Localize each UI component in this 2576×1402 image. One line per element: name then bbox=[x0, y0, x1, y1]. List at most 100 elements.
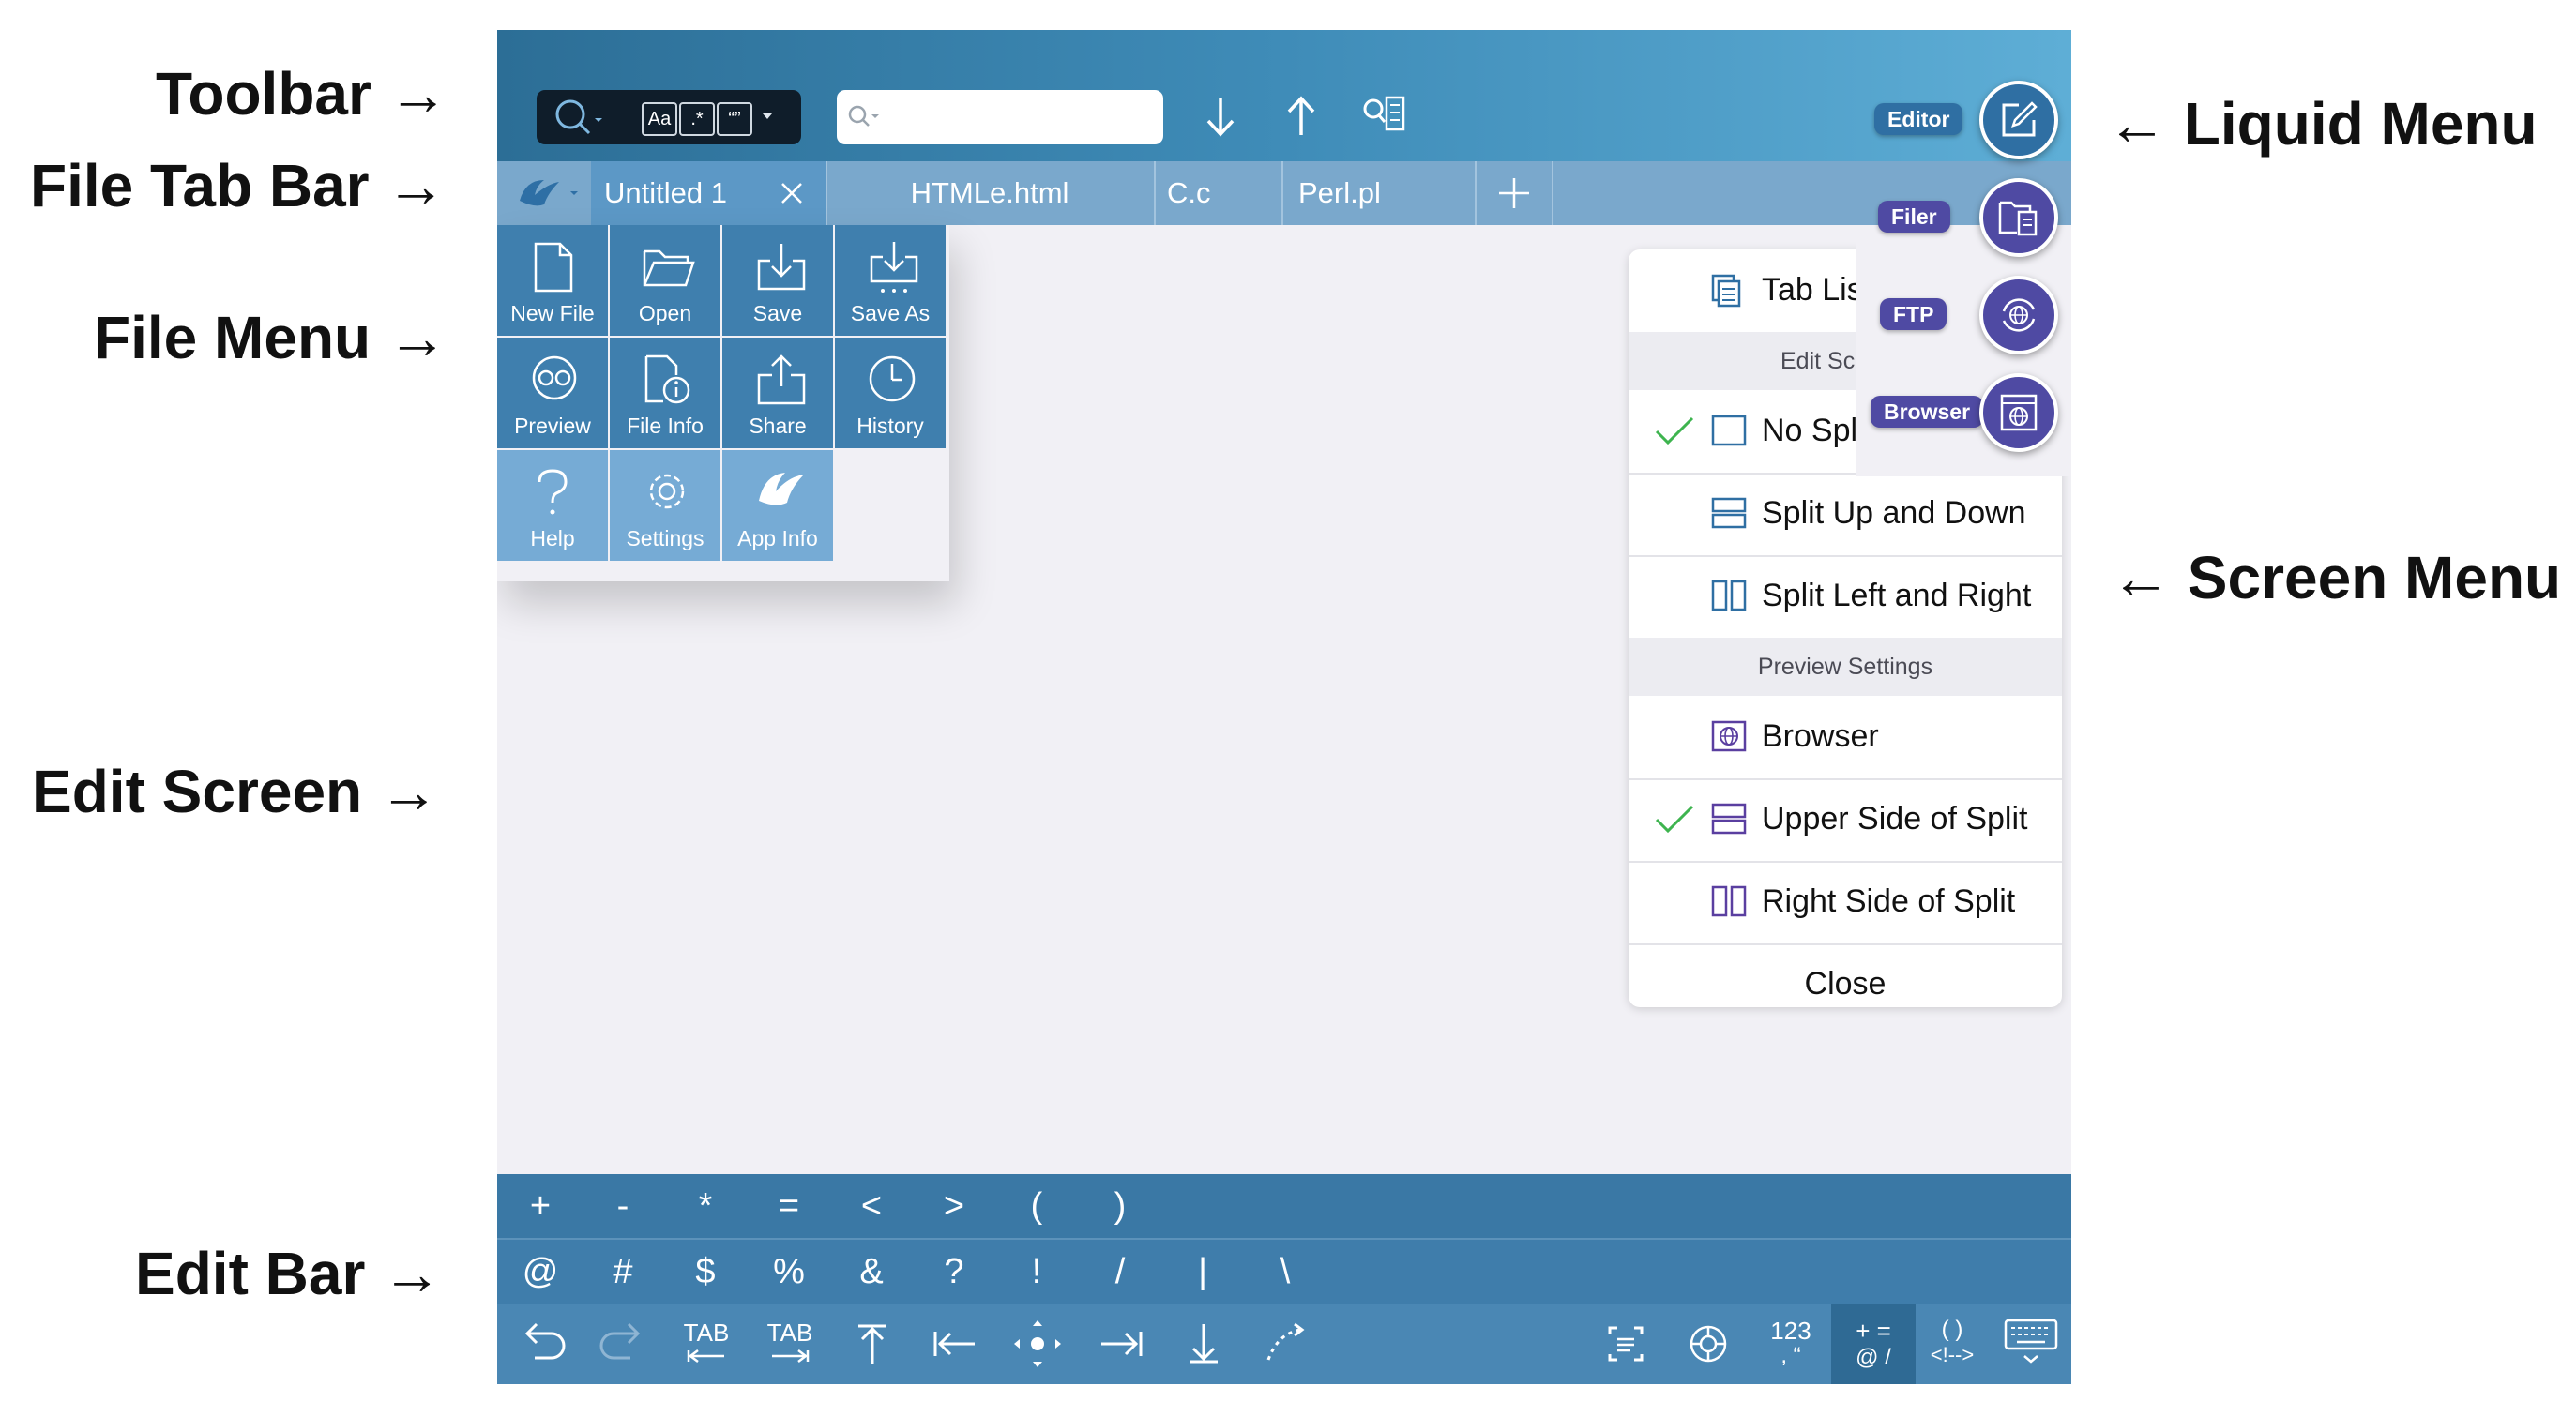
right-side-split-icon bbox=[1711, 885, 1747, 917]
liquid-ftp-button[interactable] bbox=[1979, 276, 2058, 354]
screen-menu-right-side[interactable]: Right Side of Split bbox=[1629, 861, 2062, 945]
no-split-icon bbox=[1711, 415, 1747, 446]
key-at[interactable]: @ bbox=[499, 1240, 582, 1304]
tab-left-button[interactable]: TAB bbox=[674, 1313, 739, 1375]
key-greater-than[interactable]: > bbox=[913, 1174, 995, 1238]
arrow-left-bar-icon bbox=[687, 1349, 724, 1363]
file-menu-button[interactable] bbox=[497, 161, 593, 225]
tab-htmle[interactable]: HTMLe.html bbox=[826, 161, 1156, 225]
liquid-editor-button[interactable] bbox=[1979, 81, 2058, 159]
undo-icon[interactable] bbox=[508, 1313, 574, 1375]
find-replace-icon[interactable] bbox=[1360, 92, 1409, 141]
key-slash[interactable]: / bbox=[1079, 1240, 1161, 1304]
liquid-filer-button[interactable] bbox=[1979, 178, 2058, 257]
file-menu-label: Share bbox=[749, 414, 807, 438]
jump-icon[interactable] bbox=[1253, 1313, 1319, 1375]
tab-right-button[interactable]: TAB bbox=[757, 1313, 823, 1375]
file-menu-settings[interactable]: Settings bbox=[610, 450, 720, 561]
liquid-browser-label[interactable]: Browser bbox=[1871, 396, 1984, 428]
key-backslash[interactable]: \ bbox=[1244, 1240, 1326, 1304]
move-to-bottom-icon[interactable] bbox=[1171, 1313, 1236, 1375]
tab-untitled-1[interactable]: Untitled 1 bbox=[591, 161, 827, 225]
file-menu-label: Save As bbox=[850, 301, 931, 325]
annotation-edit-screen: Edit Screen → bbox=[32, 758, 439, 825]
file-menu-help[interactable]: Help bbox=[497, 450, 608, 561]
file-menu-label: Settings bbox=[626, 526, 705, 550]
key-plus[interactable]: + bbox=[499, 1174, 582, 1238]
snippets-button[interactable]: ( ) <!--> bbox=[1919, 1313, 1985, 1375]
annotation-edit-bar: Edit Bar → bbox=[135, 1240, 443, 1307]
key-percent[interactable]: % bbox=[748, 1240, 830, 1304]
options-chevron-icon[interactable] bbox=[760, 109, 775, 124]
app-window: Aa .* “” Untitled 1 HTMLe.html C.c Perl.… bbox=[497, 30, 2071, 1384]
file-menu-share[interactable]: Share bbox=[722, 338, 833, 448]
key-exclamation[interactable]: ! bbox=[995, 1240, 1078, 1304]
search-input[interactable] bbox=[837, 90, 1163, 144]
file-menu-history[interactable]: History bbox=[835, 338, 946, 448]
file-menu-save[interactable]: Save bbox=[722, 225, 833, 336]
keyboard-dismiss-icon[interactable] bbox=[1998, 1313, 2064, 1375]
screen-menu-split-up-down[interactable]: Split Up and Down bbox=[1629, 473, 2062, 557]
symbols-top-label: + = bbox=[1856, 1317, 1891, 1345]
key-asterisk[interactable]: * bbox=[664, 1174, 747, 1238]
screen-menu-split-left-right[interactable]: Split Left and Right bbox=[1629, 555, 2062, 640]
edit-bar: + - * = < > ( ) @ # $ % & ? ! / | \ TAB … bbox=[497, 1174, 2071, 1384]
toolbar: Aa .* “” bbox=[497, 30, 2071, 161]
search-icon[interactable] bbox=[552, 98, 604, 139]
liquid-filer-label[interactable]: Filer bbox=[1878, 201, 1950, 233]
key-question[interactable]: ? bbox=[913, 1240, 995, 1304]
key-open-paren[interactable]: ( bbox=[995, 1174, 1078, 1238]
match-case-toggle[interactable]: Aa bbox=[642, 102, 677, 136]
add-tab-button[interactable] bbox=[1477, 161, 1553, 225]
file-menu-app-info[interactable]: App Info bbox=[722, 450, 833, 561]
numbers-bottom-label: , “ bbox=[1780, 1343, 1801, 1368]
screen-menu-preview-section: Preview Settings bbox=[1629, 638, 2062, 696]
key-pipe[interactable]: | bbox=[1161, 1240, 1244, 1304]
numbers-keyboard-button[interactable]: 123 , “ bbox=[1758, 1313, 1824, 1375]
cursor-move-icon[interactable] bbox=[1005, 1313, 1070, 1375]
edit-bar-row-operators: + - * = < > ( ) bbox=[497, 1174, 2071, 1240]
checkmark-icon bbox=[1655, 416, 1694, 445]
close-tab-icon[interactable] bbox=[779, 180, 805, 206]
file-menu-file-info[interactable]: File Info bbox=[610, 338, 720, 448]
browser-window-icon bbox=[2000, 394, 2038, 431]
settings-icon bbox=[649, 474, 685, 509]
move-to-line-start-icon[interactable] bbox=[922, 1313, 988, 1375]
symbols-keyboard-button[interactable]: + = @ / bbox=[1831, 1304, 1916, 1384]
key-equals[interactable]: = bbox=[748, 1174, 830, 1238]
screen-menu-upper-side[interactable]: Upper Side of Split bbox=[1629, 778, 2062, 863]
file-menu-new-file[interactable]: New File bbox=[497, 225, 608, 336]
liquid-browser-button[interactable] bbox=[1979, 373, 2058, 452]
menu-item-label: Tab Lis bbox=[1762, 272, 1863, 308]
key-minus[interactable]: - bbox=[582, 1174, 664, 1238]
editor-icon bbox=[2002, 101, 2038, 137]
file-menu-label: File Info bbox=[627, 414, 704, 438]
regex-toggle[interactable]: .* bbox=[679, 102, 715, 136]
key-hash[interactable]: # bbox=[582, 1240, 664, 1304]
text-scan-icon[interactable] bbox=[1593, 1313, 1659, 1375]
numbers-top-label: 123 bbox=[1770, 1317, 1811, 1345]
key-dollar[interactable]: $ bbox=[664, 1240, 747, 1304]
liquid-ftp-label[interactable]: FTP bbox=[1880, 298, 1947, 330]
screen-menu-close[interactable]: Close bbox=[1629, 943, 2062, 1007]
file-menu-label: App Info bbox=[737, 526, 818, 550]
file-menu-open[interactable]: Open bbox=[610, 225, 720, 336]
move-to-line-end-icon[interactable] bbox=[1088, 1313, 1154, 1375]
file-menu-preview[interactable]: Preview bbox=[497, 338, 608, 448]
key-less-than[interactable]: < bbox=[830, 1174, 913, 1238]
key-ampersand[interactable]: & bbox=[830, 1240, 913, 1304]
liquid-editor-label[interactable]: Editor bbox=[1874, 103, 1963, 135]
tab-c[interactable]: C.c bbox=[1154, 161, 1283, 225]
ai-assistant-icon[interactable] bbox=[1675, 1313, 1741, 1375]
find-previous-up-icon[interactable] bbox=[1280, 90, 1323, 143]
screen-menu-browser[interactable]: Browser bbox=[1629, 696, 2062, 780]
tab-left-label: TAB bbox=[683, 1319, 730, 1347]
quote-toggle[interactable]: “” bbox=[717, 102, 752, 136]
file-menu-save-as[interactable]: Save As bbox=[835, 225, 946, 336]
tab-perl[interactable]: Perl.pl bbox=[1283, 161, 1477, 225]
redo-icon[interactable] bbox=[591, 1313, 657, 1375]
key-close-paren[interactable]: ) bbox=[1079, 1174, 1161, 1238]
checkmark-icon bbox=[1655, 805, 1694, 834]
find-next-down-icon[interactable] bbox=[1199, 90, 1242, 143]
move-to-top-icon[interactable] bbox=[840, 1313, 905, 1375]
